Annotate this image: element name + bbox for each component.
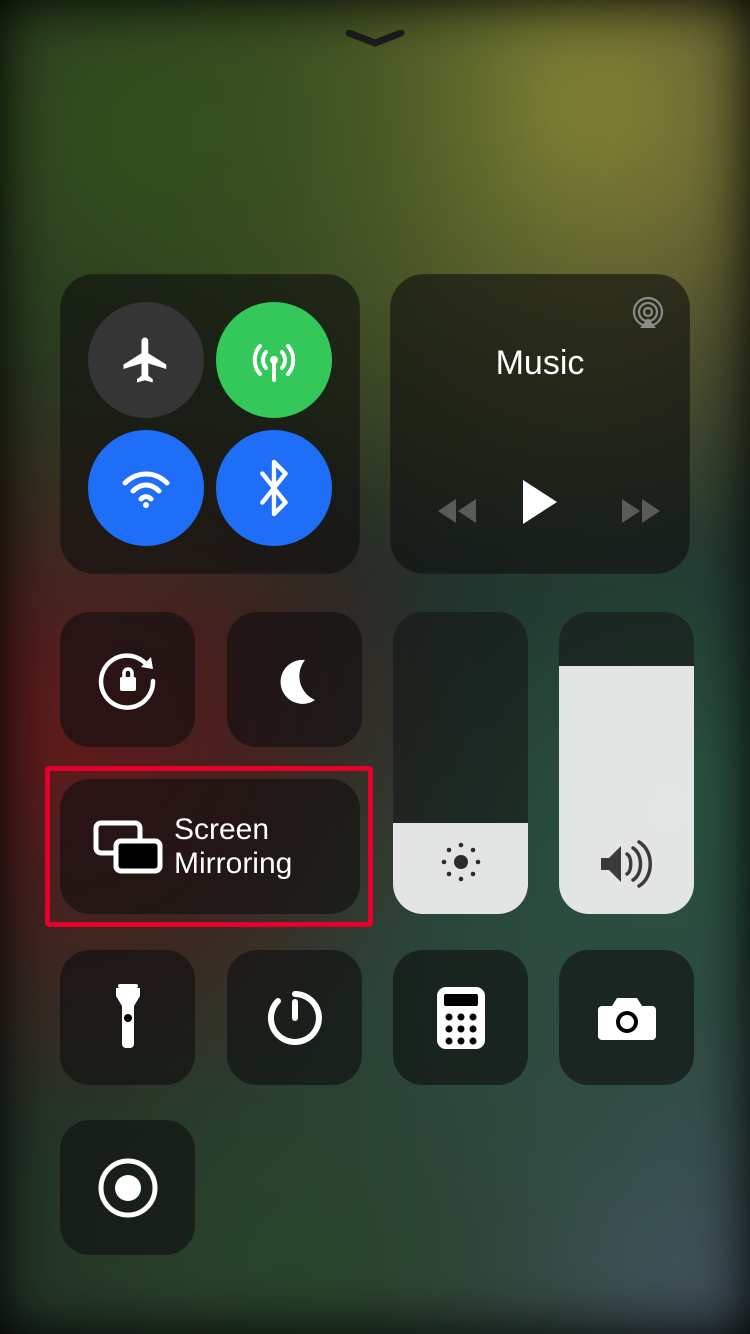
wifi-icon [117, 459, 175, 517]
camera-button[interactable] [559, 950, 694, 1085]
timer-icon [265, 988, 325, 1048]
media-title: Music [390, 344, 690, 383]
orientation-lock-icon [95, 647, 161, 713]
dismiss-chevron-icon[interactable] [341, 28, 409, 50]
volume-slider[interactable] [559, 612, 694, 914]
flashlight-button[interactable] [60, 950, 195, 1085]
airplane-icon [119, 333, 173, 387]
play-icon [518, 478, 560, 526]
next-track-button[interactable] [618, 496, 664, 526]
screen-mirroring-button[interactable]: Screen Mirroring [60, 779, 360, 914]
screen-mirroring-icon [90, 817, 166, 877]
moon-icon [267, 652, 323, 708]
cellular-data-toggle[interactable] [216, 302, 332, 418]
orientation-lock-toggle[interactable] [60, 612, 195, 747]
bluetooth-icon [249, 459, 299, 517]
calculator-icon [437, 987, 485, 1049]
screen-mirroring-label: Screen Mirroring [174, 813, 292, 881]
screen-record-button[interactable] [60, 1120, 195, 1255]
airplane-mode-toggle[interactable] [88, 302, 204, 418]
media-panel[interactable]: Music [390, 274, 690, 574]
bluetooth-toggle[interactable] [216, 430, 332, 546]
previous-track-button[interactable] [436, 496, 482, 526]
wifi-toggle[interactable] [88, 430, 204, 546]
flashlight-icon [108, 984, 148, 1052]
record-icon [96, 1156, 160, 1220]
brightness-slider[interactable] [393, 612, 528, 914]
rewind-icon [436, 496, 482, 526]
brightness-icon [393, 836, 528, 888]
timer-button[interactable] [227, 950, 362, 1085]
airplay-icon[interactable] [628, 294, 668, 334]
fast-forward-icon [618, 496, 664, 526]
connectivity-panel[interactable] [60, 274, 360, 574]
speaker-icon [559, 840, 694, 888]
cellular-antenna-icon [244, 330, 304, 390]
do-not-disturb-toggle[interactable] [227, 612, 362, 747]
camera-icon [596, 994, 658, 1042]
play-button[interactable] [518, 478, 560, 526]
calculator-button[interactable] [393, 950, 528, 1085]
